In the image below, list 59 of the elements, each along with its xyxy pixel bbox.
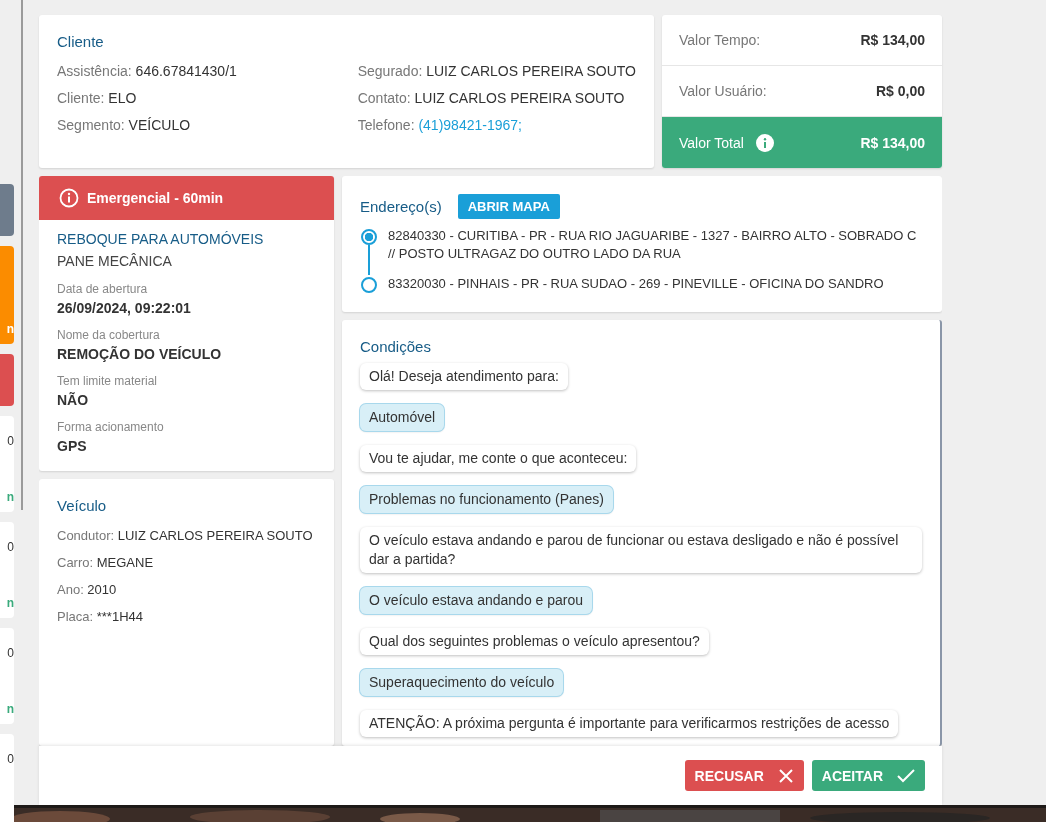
card-title: Endereço(s): [360, 198, 442, 215]
answer-bubble: Problemas no funcionamento (Panes): [360, 486, 614, 513]
info-line: Segmento: VEÍCULO: [57, 116, 192, 135]
total-amount: R$ 134,00: [860, 134, 925, 151]
side-card[interactable]: 0 n: [0, 416, 14, 512]
field-value: LUIZ CARLOS PEREIRA SOUTO: [414, 90, 625, 106]
side-card[interactable]: [0, 354, 14, 406]
side-card[interactable]: 0: [0, 734, 14, 822]
question-bubble: Qual dos seguintes problemas o veículo apresentou?: [360, 628, 709, 655]
answer-bubble: Automóvel: [360, 404, 445, 431]
side-card[interactable]: 0 n: [0, 628, 14, 724]
info-icon[interactable]: [755, 133, 774, 152]
field-value: 26/09/2024, 09:22:01: [57, 299, 192, 318]
field-value: GPS: [57, 437, 88, 456]
info-line: Condutor: LUIZ CARLOS PEREIRA SOUTO: [57, 527, 314, 545]
card-title: Condições: [360, 338, 432, 355]
total-label: Valor Total: [679, 134, 744, 151]
field-value: REMOÇÃO DO VEÍCULO: [57, 345, 223, 364]
card-title: Cliente: [57, 33, 105, 50]
answer-bubble: O veículo estava andando e parou: [360, 587, 593, 614]
field-label: Nome da cobertura: [57, 327, 161, 344]
priority-text: Emergencial - 60min: [87, 190, 224, 206]
info-line: Cliente: ELO: [57, 89, 138, 108]
question-bubble: O veículo estava andando e parou de funcionar ou estava desligado e não é possível dar a partida?: [360, 527, 922, 573]
value-label: Valor Tempo:: [679, 32, 761, 48]
field-label: Telefone:: [357, 117, 415, 133]
info-line: Placa: ***1H44: [57, 608, 144, 626]
info-line: Assistência: 646.67841430/1: [57, 62, 237, 81]
field-value: LUIZ CARLOS PEREIRA SOUTO: [426, 63, 636, 79]
answer-bubble: Superaquecimento do veículo: [360, 669, 564, 696]
check-icon: [897, 767, 915, 784]
field-label: Contato:: [357, 90, 411, 106]
side-card[interactable]: 0 n: [0, 522, 14, 618]
address-text: 83320030 - PINHAIS - PR - RUA SUDAO - 269 - PINEVILLE - OFICINA DO SANDRO: [388, 275, 884, 293]
field-label: Segurado:: [357, 63, 423, 79]
field-label: Tem limite material: [57, 373, 159, 390]
info-line: Ano: 2010: [57, 581, 118, 599]
value-amount: R$ 134,00: [860, 32, 925, 48]
phone-link[interactable]: (41)98421-1967;: [418, 117, 522, 133]
service-subtitle: PANE MECÂNICA: [57, 252, 173, 271]
close-icon: [777, 767, 794, 784]
field-value: NÃO: [57, 391, 90, 410]
info-line: Carro: MEGANE: [57, 554, 155, 572]
service-title: REBOQUE PARA AUTOMÓVEIS: [57, 230, 265, 249]
address-text: 82840330 - CURITIBA - PR - RUA RIO JAGUARIBE - 1327 - BAIRRO ALTO - SOBRADO C // POSTO ULTRAGAZ DO OUTRO LADO DA RUA: [388, 227, 918, 263]
reject-button[interactable]: RECUSAR: [684, 760, 804, 791]
question-bubble: Olá! Deseja atendimento para:: [360, 363, 568, 390]
question-bubble: Vou te ajudar, me conte o que aconteceu:: [360, 445, 637, 472]
open-map-button[interactable]: ABRIR MAPA: [457, 194, 560, 219]
field-label: Data de abertura: [57, 281, 149, 298]
value-amount: R$ 0,00: [875, 83, 925, 99]
accept-button[interactable]: ACEITAR: [811, 760, 925, 791]
card-title: Veículo: [57, 497, 108, 514]
side-card[interactable]: [0, 184, 14, 236]
value-label: Valor Usuário:: [679, 83, 767, 99]
question-bubble: ATENÇÃO: A próxima pergunta é importante para verificarmos restrições de acesso: [360, 710, 899, 737]
alert-icon: [59, 188, 79, 208]
field-label: Forma acionamento: [57, 419, 165, 436]
side-card[interactable]: n: [0, 246, 14, 344]
